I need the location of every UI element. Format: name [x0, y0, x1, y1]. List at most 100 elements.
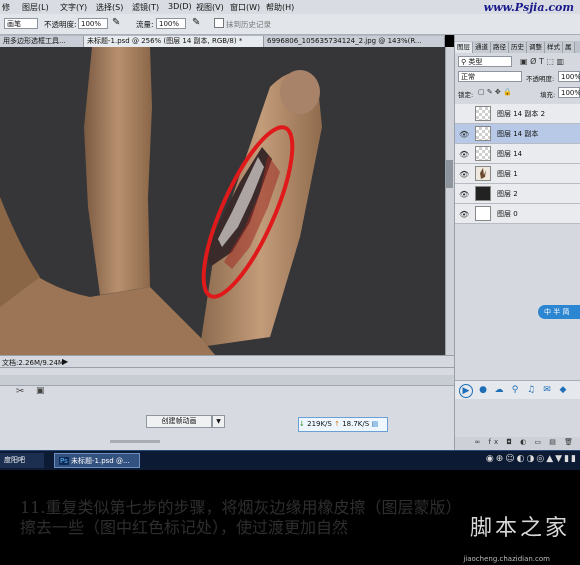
user-icon[interactable]: ●	[477, 384, 489, 396]
menu-item[interactable]: 修	[2, 2, 10, 13]
network-speed-widget: ↓ 219K/S ↑ 18.7K/S ▤	[298, 417, 388, 432]
tab-doc-3[interactable]: 6996806_105635734124_2.jpg @ 143%(R...	[264, 36, 445, 47]
panel-icon-bar: ▶ ● ☁ ⚲ ♫ ✉ ◆	[455, 380, 580, 399]
menu-bar: 修 图层(L) 文字(Y) 选择(S) 滤镜(T) 3D(D) 视图(V) 窗口…	[0, 0, 580, 15]
music-icon[interactable]: ♫	[525, 384, 537, 396]
layer-name: 图层 1	[497, 170, 518, 178]
tab-layers[interactable]: 图层	[455, 42, 473, 53]
layer-row[interactable]: 👁 图层 14	[455, 144, 580, 164]
tab-doc-2[interactable]: 未标题-1.psd @ 256% (图层 14 副本, RGB/8) *	[84, 36, 264, 47]
os-taskbar: 度阳吧 Ps 未标题-1.psd @... ◉⊕☺◐◑◎▲▼▮▮	[0, 450, 580, 471]
layer-name: 图层 14 副本	[497, 130, 539, 138]
upload-speed: 219K/S	[307, 420, 332, 428]
tab-paths[interactable]: 路径	[491, 42, 509, 53]
airbrush-icon[interactable]: ✎	[112, 17, 120, 28]
canvas-image	[0, 47, 322, 355]
layer-name: 图层 2	[497, 190, 518, 198]
filter-kind-select[interactable]: ⚲ 类型	[458, 56, 512, 67]
lock-icons[interactable]: ▢ ✎ ✥ 🔒	[478, 88, 512, 96]
hand-thumbnail	[475, 166, 491, 181]
panel-tabs: 图层 通道 路径 历史 调整 样式 属	[455, 41, 580, 53]
flow-label: 流量:	[136, 20, 154, 29]
layer-name: 图层 14	[497, 150, 523, 158]
tab-styles[interactable]: 样式	[545, 42, 563, 53]
cloud-icon[interactable]: ☁	[493, 384, 505, 396]
layer-thumbnail	[475, 106, 491, 121]
options-bar: 画笔 不透明度: 100% ✎ 流量: 100% ✎ 抹到历史记录	[0, 14, 580, 35]
layer-row[interactable]: 👁 图层 1	[455, 164, 580, 184]
download-speed: 18.7K/S	[342, 420, 370, 428]
panel-opacity-label: 不透明度:	[526, 75, 555, 83]
tab-adjust[interactable]: 调整	[527, 42, 545, 53]
download-arrow-icon: ↑	[334, 420, 340, 428]
layer-row-selected[interactable]: 👁 图层 14 副本	[455, 124, 580, 144]
scrollbar-thumb[interactable]	[446, 160, 453, 188]
panel-opacity-input[interactable]: 100%	[558, 71, 580, 82]
system-tray-icons[interactable]: ◉⊕☺◐◑◎▲▼▮▮	[486, 454, 578, 464]
menu-item-window[interactable]: 窗口(W)	[230, 2, 260, 13]
pin-icon[interactable]: ⚲	[509, 384, 521, 396]
layer-name: 图层 14 副本 2	[497, 110, 546, 118]
chevron-down-icon[interactable]: ▼	[212, 415, 225, 428]
site-logo: 脚本之家	[469, 516, 570, 541]
eye-icon[interactable]: 👁	[459, 130, 469, 139]
eye-icon[interactable]: 👁	[459, 170, 469, 179]
history-checkbox[interactable]	[214, 18, 224, 28]
layer-row[interactable]: 👁 图层 2	[455, 184, 580, 204]
mode-select[interactable]: 画笔	[4, 18, 38, 29]
timeline-header	[0, 375, 454, 386]
mail-icon[interactable]: ✉	[541, 384, 553, 396]
menu-item-layer[interactable]: 图层(L)	[22, 2, 49, 13]
create-frame-animation-button[interactable]: 创建帧动画	[146, 415, 212, 428]
menu-item-type[interactable]: 文字(Y)	[60, 2, 87, 13]
game-icon[interactable]: ◆	[557, 384, 569, 396]
scissors-icon[interactable]: ✂	[16, 386, 24, 397]
menu-item-3d[interactable]: 3D(D)	[168, 2, 192, 11]
menu-item-filter[interactable]: 滤镜(T)	[132, 2, 159, 13]
menu-item-view[interactable]: 视图(V)	[196, 2, 224, 13]
eye-icon[interactable]: 👁	[459, 190, 469, 199]
play-icon[interactable]: ▶	[459, 384, 473, 398]
history-label: 抹到历史记录	[226, 20, 271, 29]
ps-app-icon: Ps	[59, 457, 69, 465]
layer-thumbnail	[475, 206, 491, 221]
eye-icon[interactable]: 👁	[459, 210, 469, 219]
opacity-label: 不透明度:	[44, 20, 77, 29]
tab-doc-1[interactable]: 用多边形选框工具...	[0, 36, 84, 47]
timeline-slider[interactable]	[110, 440, 160, 443]
layer-row[interactable]: 👁 图层 0	[455, 204, 580, 224]
layer-name: 图层 0	[497, 210, 518, 218]
tab-channels[interactable]: 通道	[473, 42, 491, 53]
blend-mode-select[interactable]: 正常	[458, 71, 522, 82]
taskbar-ps-label: 未标题-1.psd @...	[70, 457, 130, 465]
taskbar-item-browser[interactable]: 度阳吧	[0, 453, 44, 468]
layer-actions-icons[interactable]: ∞ fx ◘ ◐ ▭ ▤ 🗑	[474, 438, 576, 446]
transition-icon[interactable]: ▣	[36, 386, 45, 396]
status-arrow-icon[interactable]: ▶	[62, 357, 68, 366]
search-icon: ⚲	[461, 58, 467, 66]
taskbar-item-photoshop[interactable]: Ps 未标题-1.psd @...	[54, 453, 140, 468]
menu-item-help[interactable]: 帮助(H)	[266, 2, 294, 13]
network-icon: ▤	[371, 420, 379, 428]
layer-thumbnail	[475, 146, 491, 161]
flow-input[interactable]: 100%	[156, 18, 186, 29]
menu-item-select[interactable]: 选择(S)	[96, 2, 123, 13]
panel-footer: ∞ fx ◘ ◐ ▭ ▤ 🗑	[455, 437, 580, 450]
layer-thumbnail	[475, 186, 491, 201]
tab-history[interactable]: 历史	[509, 42, 527, 53]
eye-icon[interactable]: 👁	[459, 150, 469, 159]
filter-icons[interactable]: ▣ Ø T ⬚ ▥	[520, 57, 564, 66]
layer-thumbnail	[475, 126, 491, 141]
document-canvas[interactable]	[0, 47, 445, 355]
layer-row[interactable]: 图层 14 副本 2	[455, 104, 580, 124]
opacity-input[interactable]: 100%	[78, 18, 108, 29]
fill-input[interactable]: 100%	[558, 87, 580, 98]
tutorial-caption: 11.重复类似第七步的步骤，将烟灰边缘用橡皮擦（图层蒙版） 擦去一些（图中红色标…	[0, 470, 580, 565]
finger-left	[84, 47, 152, 295]
fill-label: 填充:	[540, 91, 556, 99]
ime-badge[interactable]: 中 半 简	[538, 305, 580, 319]
tab-properties[interactable]: 属	[563, 42, 575, 53]
lock-label: 锁定:	[458, 91, 474, 99]
upload-arrow-icon: ↓	[299, 420, 305, 428]
pressure-icon[interactable]: ✎	[192, 17, 200, 28]
